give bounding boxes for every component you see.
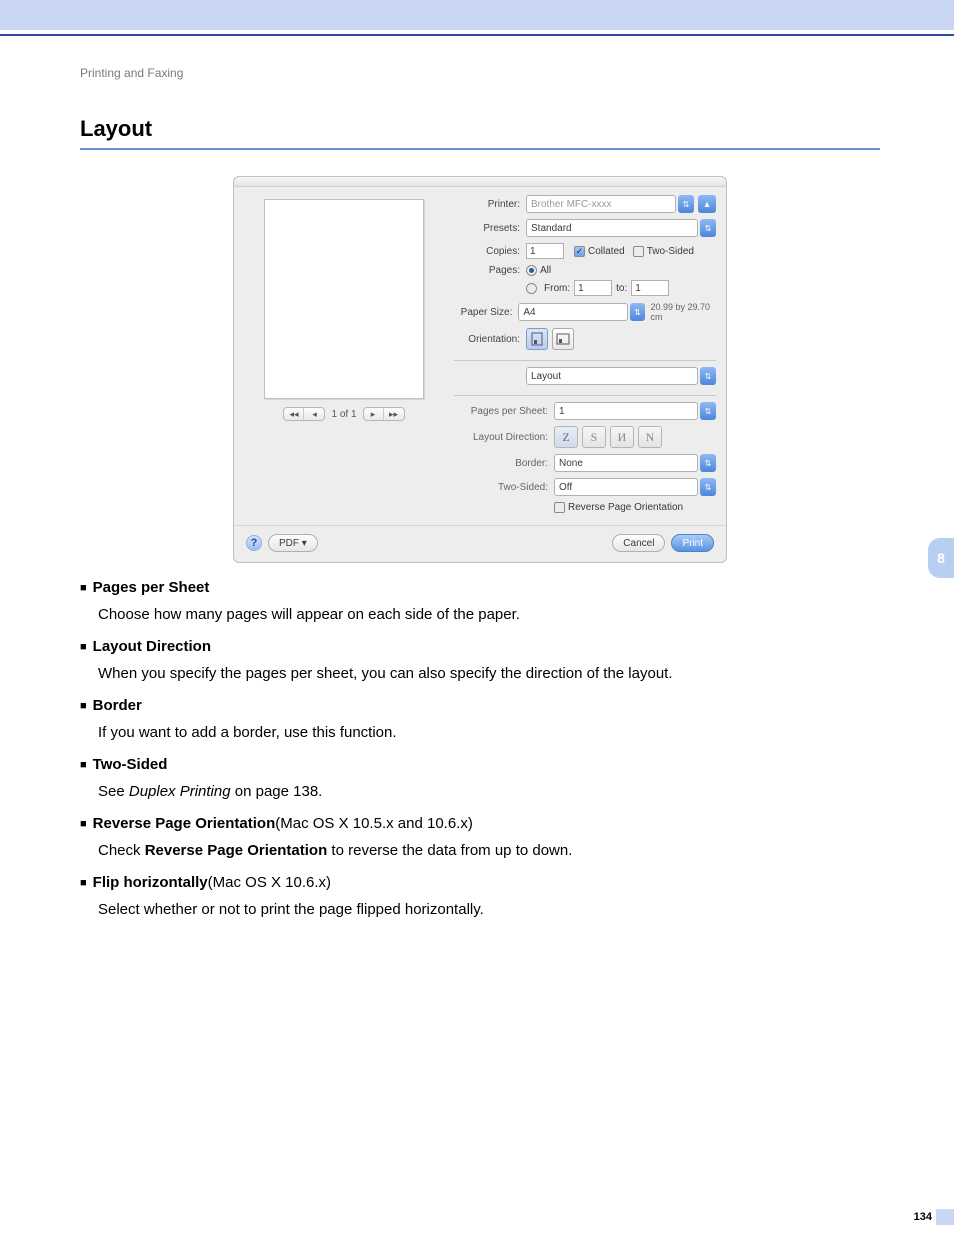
dialog-titlebar xyxy=(234,177,726,187)
cross-ref: Duplex Printing xyxy=(129,783,231,800)
page-number-bar xyxy=(936,1209,954,1225)
pager-prev[interactable]: ◂◂◂ xyxy=(283,407,325,421)
select-arrow-icon[interactable]: ⇅ xyxy=(630,303,644,321)
reverse-orientation-checkbox[interactable] xyxy=(554,502,565,513)
option-title: Pages per Sheet xyxy=(93,577,210,600)
top-bar xyxy=(0,0,954,30)
option-title: Flip horizontally xyxy=(93,872,208,895)
orientation-label: Orientation: xyxy=(454,334,526,345)
presets-select[interactable]: Standard xyxy=(526,219,698,237)
option-body: Choose how many pages will appear on eac… xyxy=(98,604,880,627)
option-note: (Mac OS X 10.6.x) xyxy=(208,872,331,895)
option-body: See Duplex Printing on page 138. xyxy=(98,781,880,804)
print-dialog: ◂◂◂ 1 of 1 ▸▸▸ Printer: Brother MFC-xxxx… xyxy=(233,176,727,563)
reverse-orientation-label: Reverse Page Orientation xyxy=(568,502,683,513)
option-body: If you want to add a border, use this fu… xyxy=(98,722,880,745)
option-title: Reverse Page Orientation xyxy=(93,813,276,836)
two-sided-label: Two-Sided xyxy=(647,246,694,257)
two-sided-checkbox[interactable] xyxy=(633,246,644,257)
border-select[interactable]: None xyxy=(554,454,698,472)
pps-select[interactable]: 1 xyxy=(554,402,698,420)
layout-dir-3-button[interactable]: И xyxy=(610,426,634,448)
select-arrow-icon[interactable]: ⇅ xyxy=(700,219,716,237)
bullet-icon: ■ xyxy=(80,639,87,656)
title-rule xyxy=(80,148,880,150)
option-list: ■ Pages per Sheet Choose how many pages w… xyxy=(80,577,880,921)
paper-size-select[interactable]: A4 xyxy=(518,303,628,321)
option-title: Layout Direction xyxy=(93,636,211,659)
layout-direction-label: Layout Direction: xyxy=(454,432,554,443)
pps-label: Pages per Sheet: xyxy=(454,406,554,417)
select-arrow-icon[interactable]: ⇅ xyxy=(700,454,716,472)
portrait-icon xyxy=(531,332,543,346)
bullet-icon: ■ xyxy=(80,698,87,715)
presets-value: Standard xyxy=(531,223,572,234)
bullet-icon: ■ xyxy=(80,816,87,833)
bullet-icon: ■ xyxy=(80,757,87,774)
printer-value: Brother MFC-xxxx xyxy=(531,199,612,210)
pager-next[interactable]: ▸▸▸ xyxy=(363,407,405,421)
option-body: When you specify the pages per sheet, yo… xyxy=(98,663,880,686)
section-select[interactable]: Layout xyxy=(526,367,698,385)
collated-label: Collated xyxy=(588,246,625,257)
cancel-button[interactable]: Cancel xyxy=(612,534,665,552)
option-title: Border xyxy=(93,695,142,718)
printer-info-button[interactable]: ▴ xyxy=(698,195,716,213)
collated-checkbox[interactable]: ✓ xyxy=(574,246,585,257)
layout-dir-1-button[interactable]: Z xyxy=(554,426,578,448)
select-arrow-icon[interactable]: ⇅ xyxy=(678,195,694,213)
select-arrow-icon[interactable]: ⇅ xyxy=(700,367,716,385)
pages-to-input[interactable]: 1 xyxy=(631,280,669,296)
select-arrow-icon[interactable]: ⇅ xyxy=(700,402,716,420)
section-kicker: Printing and Faxing xyxy=(80,66,880,80)
printer-select[interactable]: Brother MFC-xxxx xyxy=(526,195,676,213)
separator xyxy=(454,360,716,361)
option-body: Select whether or not to print the page … xyxy=(98,899,880,922)
page-number: 134 xyxy=(914,1211,932,1223)
layout-dir-2-button[interactable]: S xyxy=(582,426,606,448)
separator xyxy=(454,395,716,396)
print-button[interactable]: Print xyxy=(671,534,714,552)
copies-input[interactable]: 1 xyxy=(526,243,564,259)
paper-size-label: Paper Size: xyxy=(454,307,518,318)
chapter-tab: 8 xyxy=(928,538,954,578)
layout-dir-4-button[interactable]: N xyxy=(638,426,662,448)
pages-from-label: From: xyxy=(544,283,570,294)
copies-label: Copies: xyxy=(454,246,526,257)
two-sided-select-label: Two-Sided: xyxy=(454,482,554,493)
orientation-landscape-button[interactable] xyxy=(552,328,574,350)
option-body: Check Reverse Page Orientation to revers… xyxy=(98,840,880,863)
help-button[interactable]: ? xyxy=(246,535,262,551)
option-title: Two-Sided xyxy=(93,754,168,777)
two-sided-select[interactable]: Off xyxy=(554,478,698,496)
pages-label: Pages: xyxy=(454,265,526,276)
pages-all-radio[interactable] xyxy=(526,265,537,276)
page-title: Layout xyxy=(80,116,880,142)
paper-dims: 20.99 by 29.70 cm xyxy=(651,302,716,322)
pdf-menu-button[interactable]: PDF ▾ xyxy=(268,534,318,552)
printer-label: Printer: xyxy=(454,199,526,210)
orientation-portrait-button[interactable] xyxy=(526,328,548,350)
bullet-icon: ■ xyxy=(80,875,87,892)
pager-count: 1 of 1 xyxy=(331,409,356,420)
pages-all-label: All xyxy=(540,265,551,276)
bullet-icon: ■ xyxy=(80,580,87,597)
border-label: Border: xyxy=(454,458,554,469)
landscape-icon xyxy=(556,333,570,345)
presets-label: Presets: xyxy=(454,223,526,234)
preview-page xyxy=(264,199,424,399)
pages-to-label: to: xyxy=(616,283,627,294)
pages-from-input[interactable]: 1 xyxy=(574,280,612,296)
option-note: (Mac OS X 10.5.x and 10.6.x) xyxy=(275,813,473,836)
select-arrow-icon[interactable]: ⇅ xyxy=(700,478,716,496)
pages-range-radio[interactable] xyxy=(526,283,537,294)
